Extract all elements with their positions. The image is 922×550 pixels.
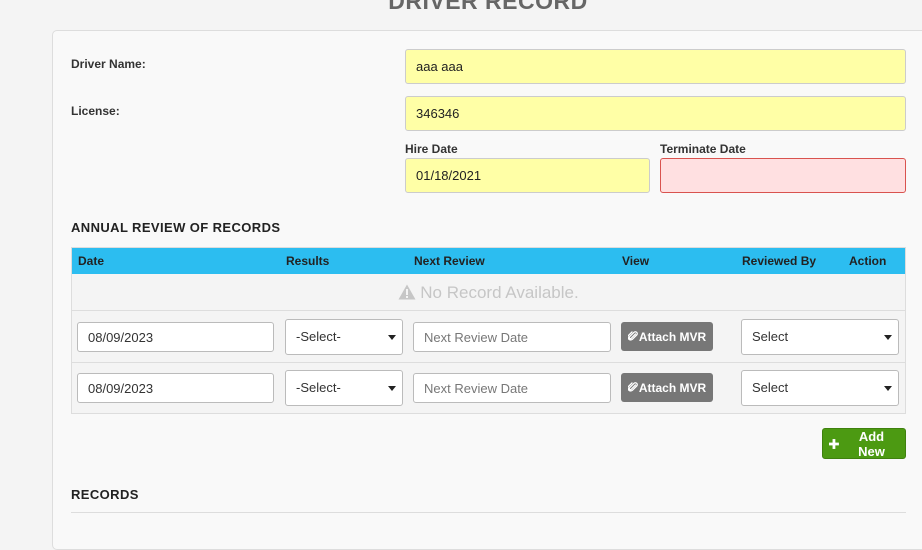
no-record-text: No Record Available. xyxy=(420,283,579,302)
results-select-value: -Select- xyxy=(296,329,341,344)
license-input[interactable] xyxy=(405,96,906,131)
column-header-results: Results xyxy=(286,254,330,268)
reviewed-by-select-value: Select xyxy=(752,329,789,344)
plus-icon xyxy=(829,438,839,449)
terminate-date-label: Terminate Date xyxy=(660,142,746,156)
attach-mvr-label: Attach MVR xyxy=(638,329,707,344)
driver-name-input[interactable] xyxy=(405,49,906,84)
reviewed-by-select-value: Select xyxy=(752,380,789,395)
table-header: Date Results Next Review View Reviewed B… xyxy=(72,248,905,274)
annual-review-title: ANNUAL REVIEW OF RECORDS xyxy=(71,220,281,235)
attach-mvr-button[interactable]: Attach MVR xyxy=(621,322,713,351)
attach-mvr-label: Attach MVR xyxy=(638,380,707,395)
reviewed-by-select[interactable]: Select xyxy=(741,319,899,355)
column-header-date: Date xyxy=(78,254,105,268)
caret-down-icon xyxy=(884,335,892,340)
page-title: DRIVER RECORD xyxy=(388,0,588,14)
no-record-row: No Record Available. xyxy=(72,274,905,311)
review-date-input[interactable] xyxy=(77,322,274,352)
hire-date-input[interactable] xyxy=(405,158,650,193)
next-review-date-input[interactable] xyxy=(413,322,611,352)
column-header-reviewed-by: Reviewed By xyxy=(742,254,817,268)
annual-review-table: Date Results Next Review View Reviewed B… xyxy=(71,247,906,414)
driver-name-label: Driver Name: xyxy=(71,57,146,71)
caret-down-icon xyxy=(388,335,396,340)
row-divider xyxy=(72,362,905,363)
column-header-view: View xyxy=(622,254,650,268)
column-header-next-review: Next Review xyxy=(414,254,485,268)
results-select-value: -Select- xyxy=(296,380,341,395)
results-select[interactable]: -Select- xyxy=(285,370,403,406)
paperclip-icon xyxy=(627,331,638,341)
license-label: License: xyxy=(71,104,120,118)
paperclip-icon xyxy=(627,382,638,392)
records-divider xyxy=(71,512,906,513)
reviewed-by-select[interactable]: Select xyxy=(741,370,899,406)
column-header-action: Action xyxy=(849,254,887,268)
attach-mvr-button[interactable]: Attach MVR xyxy=(621,373,713,402)
add-new-label: Add New xyxy=(858,428,885,459)
review-date-input[interactable] xyxy=(77,373,274,403)
hire-date-label: Hire Date xyxy=(405,142,458,156)
next-review-date-input[interactable] xyxy=(413,373,611,403)
results-select[interactable]: -Select- xyxy=(285,319,403,355)
caret-down-icon xyxy=(884,386,892,391)
caret-down-icon xyxy=(388,386,396,391)
warning-triangle-icon xyxy=(398,284,416,300)
terminate-date-input[interactable] xyxy=(660,158,906,193)
records-title: RECORDS xyxy=(71,487,139,502)
add-new-button[interactable]: Add New xyxy=(822,428,906,459)
